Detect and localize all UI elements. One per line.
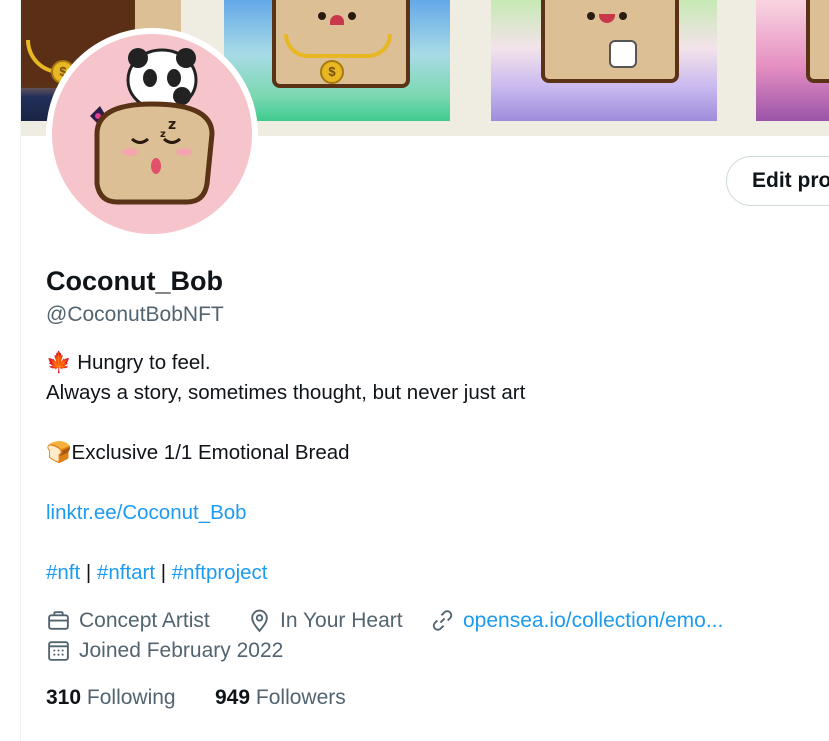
briefcase-icon [48,611,69,630]
banner-art-panel [491,0,717,121]
website-link[interactable]: opensea.io/collection/emo... [463,609,723,633]
website-item: opensea.io/collection/emo... [430,608,723,633]
user-handle: @CoconutBobNFT [46,303,224,326]
bread-character-icon: z z [90,48,215,205]
followers-stat[interactable]: 949 Followers [215,686,346,710]
banner-art-panel: $ [224,0,450,121]
avatar-image: z z [52,34,252,234]
hashtag-link[interactable]: #nftproject [172,561,268,584]
joined-item: Joined February 2022 [46,638,283,663]
display-name: Coconut_Bob [46,266,223,296]
bio-hashtags: #nft | #nftart | #nftproject [46,561,268,584]
profession-item: Concept Artist [46,608,210,633]
hashtag-link[interactable]: #nft [46,561,80,584]
following-stat[interactable]: 310 Following [46,686,176,710]
edit-profile-button[interactable]: Edit profile [726,156,829,206]
bread-icon: 🍞 [46,441,72,464]
avatar[interactable]: z z [46,28,258,240]
svg-text:z: z [168,117,176,133]
bio-line-3: 🍞Exclusive 1/1 Emotional Bread [46,441,350,464]
hashtag-link[interactable]: #nftart [97,561,155,584]
bio-line-2: Always a story, sometimes thought, but n… [46,381,526,404]
bio-line-1: 🍁 Hungry to feel. [46,351,211,374]
svg-text:z: z [160,129,166,140]
location-item: In Your Heart [247,608,403,633]
location-pin-icon [251,609,268,633]
bio-link[interactable]: linktr.ee/Coconut_Bob [46,501,247,525]
banner-art-panel [756,0,829,121]
maple-leaf-icon: 🍁 [46,351,72,374]
link-icon [432,610,453,631]
calendar-icon [48,641,69,661]
